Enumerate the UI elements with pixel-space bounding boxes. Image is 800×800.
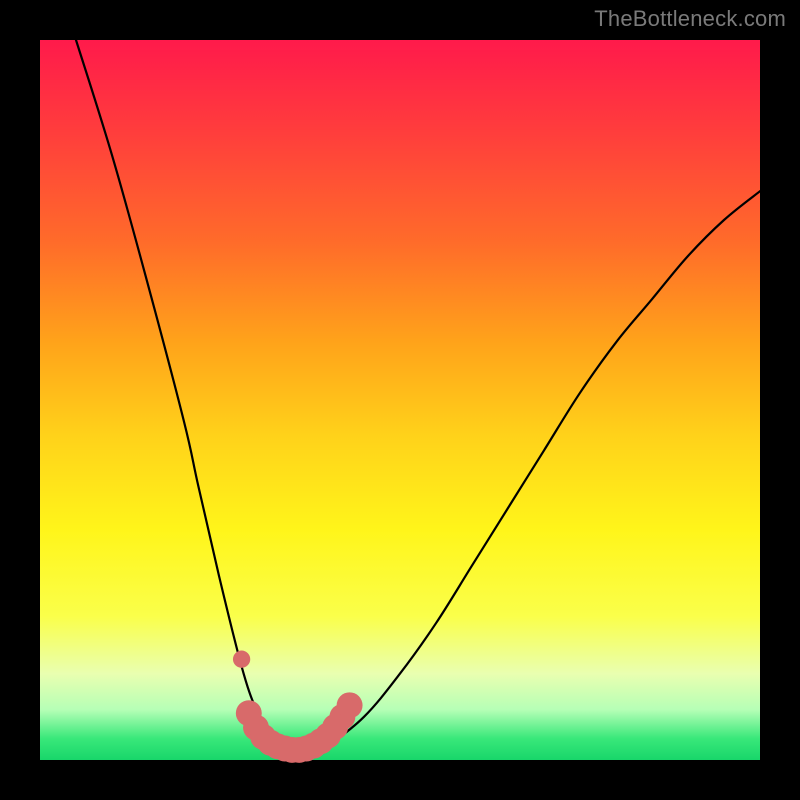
curve-marker <box>233 651 250 668</box>
curve-markers <box>233 651 363 763</box>
chart-frame: TheBottleneck.com <box>0 0 800 800</box>
bottleneck-curve-svg <box>40 40 760 760</box>
watermark-text: TheBottleneck.com <box>594 6 786 32</box>
curve-marker <box>337 692 363 718</box>
bottleneck-curve <box>76 40 760 754</box>
